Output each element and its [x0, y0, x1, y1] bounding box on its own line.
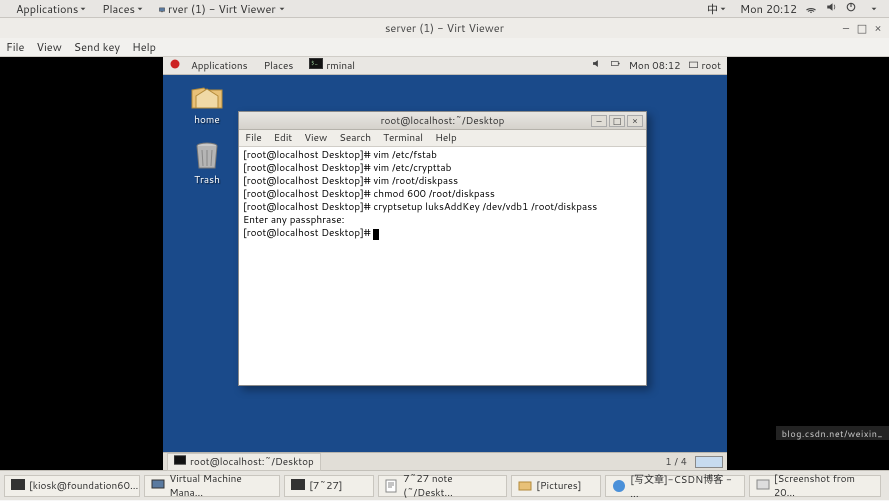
guest-places-menu[interactable]: Places [258, 58, 300, 74]
virt-viewer-icon [159, 1, 165, 17]
term-close-button[interactable]: × [627, 115, 643, 127]
term-menu-view[interactable]: View [304, 131, 327, 145]
active-window-menu[interactable]: rver (1) - Virt Viewer [153, 0, 291, 18]
home-folder-icon[interactable]: home [189, 81, 225, 127]
terminal-title: root@localhost:~/Desktop [381, 114, 505, 128]
terminal-icon [174, 455, 186, 469]
workspace-switcher[interactable] [695, 456, 723, 468]
task-label: [7~27] [309, 479, 342, 493]
watermark-text: blog.csdn.net/weixin_ [776, 426, 889, 440]
system-menu[interactable] [865, 5, 883, 13]
maximize-button[interactable]: □ [857, 23, 867, 33]
host-taskbar-item[interactable]: [Screenshot from 20... [749, 475, 881, 497]
term-menu-terminal[interactable]: Terminal [383, 131, 423, 145]
task-label: [Pictures] [536, 479, 581, 493]
redhat-logo-icon [169, 58, 181, 74]
virt-viewer-menubar: File View Send key Help [0, 38, 889, 57]
host-bottom-panel: [kiosk@foundation60... Virtual Machine Ma… [0, 470, 889, 500]
terminal-body[interactable]: [root@localhost Desktop]# vim /etc/fstab… [239, 147, 646, 385]
task-label: [kiosk@foundation60... [29, 479, 138, 493]
guest-applications-menu[interactable]: Applications [185, 58, 254, 74]
applications-menu[interactable]: Applications [10, 0, 92, 18]
term-menu-search[interactable]: Search [339, 131, 371, 145]
term-maximize-button[interactable]: □ [609, 115, 625, 127]
workspace-indicator[interactable]: 1 / 4 [665, 455, 687, 469]
guest-battery-icon[interactable] [610, 58, 621, 73]
virt-viewer-titlebar: server (1) - Virt Viewer – □ × [0, 18, 889, 38]
guest-top-panel: Applications Places $_ rminal Mon 08:12 … [163, 57, 727, 75]
power-icon[interactable] [845, 1, 857, 17]
terminal-cursor [373, 229, 379, 240]
minimize-button[interactable]: – [841, 23, 851, 33]
virt-viewer-title: server (1) - Virt Viewer [385, 20, 504, 36]
task-app-icon [756, 479, 770, 493]
input-method-indicator[interactable]: 中 [701, 0, 732, 18]
trash-icon[interactable]: Trash [189, 141, 225, 187]
guest-active-window[interactable]: $_ rminal [303, 57, 361, 74]
task-app-icon [385, 479, 399, 493]
viewer-menu-help[interactable]: Help [132, 39, 156, 55]
guest-volume-icon[interactable] [591, 58, 602, 73]
terminal-window: root@localhost:~/Desktop – □ × File Edit… [238, 111, 647, 386]
viewer-menu-view[interactable]: View [36, 39, 61, 55]
guest-clock[interactable]: Mon 08:12 [629, 59, 681, 73]
svg-text:$_: $_ [311, 58, 318, 67]
task-app-icon [151, 479, 165, 493]
term-minimize-button[interactable]: – [591, 115, 607, 127]
guest-user-menu[interactable]: root [688, 59, 721, 73]
task-app-icon [291, 479, 305, 493]
volume-icon[interactable] [825, 1, 837, 17]
host-taskbar-item[interactable]: Virtual Machine Mana... [144, 475, 280, 497]
term-menu-file[interactable]: File [245, 131, 262, 145]
viewer-menu-file[interactable]: File [6, 39, 24, 55]
task-app-icon [612, 479, 626, 493]
terminal-menubar: File Edit View Search Terminal Help [239, 130, 646, 147]
host-taskbar-item[interactable]: [写文章]-CSDN博客 - ... [605, 475, 745, 497]
task-label: 7~27 note (~/Deskt... [403, 472, 500, 500]
guest-desktop: Applications Places $_ rminal Mon 08:12 … [163, 57, 727, 470]
places-menu[interactable]: Places [96, 0, 149, 18]
term-menu-help[interactable]: Help [435, 131, 457, 145]
task-label: Virtual Machine Mana... [169, 472, 273, 500]
host-top-panel: Applications Places rver (1) - Virt View… [0, 0, 889, 18]
trash-label: Trash [194, 173, 220, 187]
virt-viewer-stage: Applications Places $_ rminal Mon 08:12 … [0, 57, 889, 470]
host-taskbar-item[interactable]: [Pictures] [511, 475, 601, 497]
host-taskbar-item[interactable]: [kiosk@foundation60... [4, 475, 140, 497]
terminal-line: [root@localhost Desktop]# [243, 227, 642, 240]
guest-bottom-panel: root@localhost:~/Desktop 1 / 4 [163, 452, 727, 470]
term-menu-edit[interactable]: Edit [274, 131, 292, 145]
task-app-icon [11, 479, 25, 493]
home-label: home [194, 113, 220, 127]
host-taskbar-item[interactable]: [7~27] [284, 475, 374, 497]
guest-desktop-icons: home Trash [189, 81, 225, 187]
host-clock[interactable]: Mon 20:12 [740, 1, 797, 17]
task-label: [Screenshot from 20... [774, 472, 874, 500]
network-icon[interactable] [805, 1, 817, 17]
guest-taskbar-item[interactable]: root@localhost:~/Desktop [167, 453, 321, 471]
viewer-menu-sendkey[interactable]: Send key [74, 39, 120, 55]
task-app-icon [518, 479, 532, 493]
terminal-icon: $_ [309, 58, 323, 73]
close-button[interactable]: × [873, 23, 883, 33]
task-label: [写文章]-CSDN博客 - ... [630, 471, 738, 501]
terminal-titlebar[interactable]: root@localhost:~/Desktop – □ × [239, 112, 646, 130]
host-taskbar-item[interactable]: 7~27 note (~/Deskt... [378, 475, 507, 497]
